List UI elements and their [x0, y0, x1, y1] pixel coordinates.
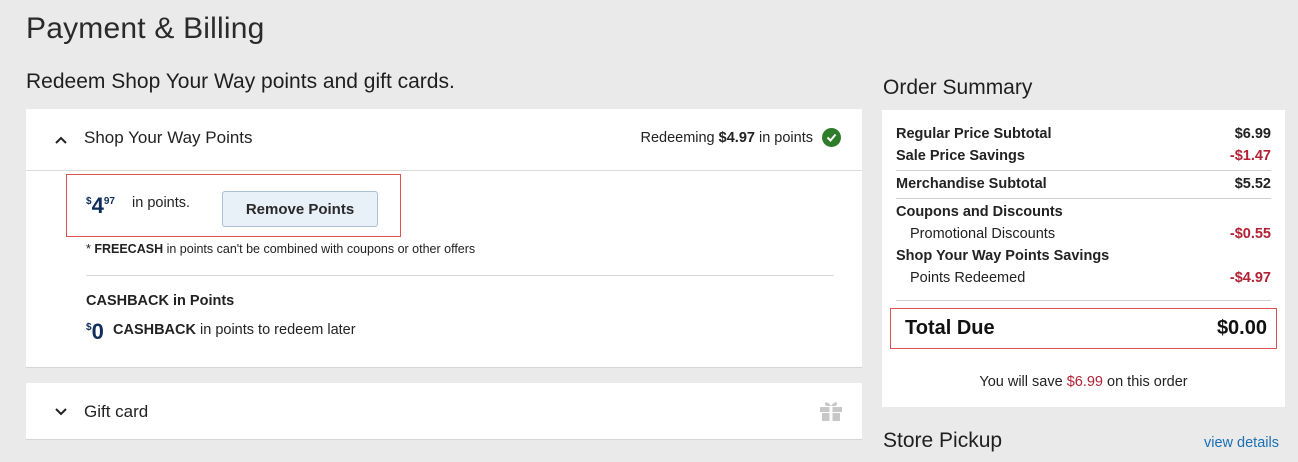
- gift-card-title: Gift card: [84, 402, 149, 421]
- gift-icon: [820, 402, 842, 421]
- redeeming-suffix: in points: [754, 130, 813, 146]
- cashback-whole: 0: [91, 319, 104, 344]
- summary-row-value: $5.52: [1234, 176, 1271, 192]
- section-heading: Redeem Shop Your Way points and gift car…: [26, 70, 455, 93]
- check-circle-icon: [822, 128, 841, 147]
- cashback-rest: in points to redeem later: [195, 322, 356, 338]
- points-amount-cents: 97: [103, 196, 115, 207]
- total-due-value: $0.00: [1216, 317, 1267, 339]
- remove-points-button[interactable]: Remove Points: [222, 191, 378, 227]
- savings-prefix: You will save: [979, 374, 1067, 390]
- summary-divider: [896, 300, 1271, 301]
- summary-divider: [896, 170, 1271, 171]
- summary-row-value: -$4.97: [1229, 270, 1271, 286]
- points-amount-dollar: $: [86, 196, 92, 207]
- redeeming-amount: $4.97: [718, 130, 755, 146]
- redeeming-prefix: Redeeming: [640, 130, 719, 146]
- view-details-link[interactable]: view details: [1204, 435, 1279, 451]
- savings-message: You will save $6.99 on this order: [882, 374, 1285, 390]
- summary-row-label: Sale Price Savings: [896, 148, 1025, 164]
- order-summary-panel: Regular Price Subtotal $6.99 Sale Price S…: [882, 110, 1285, 407]
- gift-card-panel[interactable]: Gift card: [26, 383, 862, 440]
- syw-points-header[interactable]: Shop Your Way Points Redeeming $4.97 in …: [26, 109, 862, 171]
- summary-row-value: -$1.47: [1229, 148, 1271, 164]
- divider: [86, 275, 834, 276]
- cashback-dollar: $: [86, 322, 92, 333]
- savings-suffix: on this order: [1102, 374, 1188, 390]
- summary-row-value: $6.99: [1234, 126, 1271, 142]
- syw-points-panel: Shop Your Way Points Redeeming $4.97 in …: [26, 109, 862, 368]
- cashback-title: CASHBACK in Points: [86, 293, 235, 309]
- in-points-label: in points.: [132, 195, 191, 211]
- summary-row-label: Coupons and Discounts: [896, 204, 1063, 220]
- summary-row-label: Promotional Discounts: [910, 226, 1056, 242]
- total-due-label: Total Due: [905, 317, 995, 339]
- freecash-disclaimer: * FREECASH in points can't be combined w…: [86, 242, 475, 256]
- disclaimer-rest: in points can't be combined with coupons…: [163, 242, 476, 256]
- cashback-amount: $0: [86, 319, 104, 345]
- syw-points-title: Shop Your Way Points: [84, 128, 253, 147]
- summary-row-label: Regular Price Subtotal: [896, 126, 1052, 142]
- disclaimer-bold: FREECASH: [94, 242, 164, 256]
- summary-row-label: Shop Your Way Points Savings: [896, 248, 1110, 264]
- summary-row-value: -$0.55: [1229, 226, 1271, 242]
- points-amount-whole: 4: [91, 193, 104, 218]
- summary-divider: [896, 198, 1271, 199]
- chevron-down-icon[interactable]: [54, 405, 68, 419]
- page-title: Payment & Billing: [26, 12, 265, 45]
- points-amount: $497: [86, 193, 115, 219]
- summary-row-label: Merchandise Subtotal: [896, 176, 1047, 192]
- cashback-bold: CASHBACK: [113, 322, 196, 338]
- summary-row-label: Points Redeemed: [910, 270, 1026, 286]
- redeeming-status: Redeeming $4.97 in points: [640, 130, 813, 146]
- order-summary-title: Order Summary: [883, 76, 1033, 99]
- store-pickup-title: Store Pickup: [883, 429, 1003, 452]
- cashback-text: CASHBACK in points to redeem later: [113, 322, 356, 338]
- chevron-up-icon[interactable]: [54, 133, 68, 147]
- savings-amount: $6.99: [1066, 374, 1103, 390]
- total-due-box: Total Due $0.00: [890, 308, 1277, 349]
